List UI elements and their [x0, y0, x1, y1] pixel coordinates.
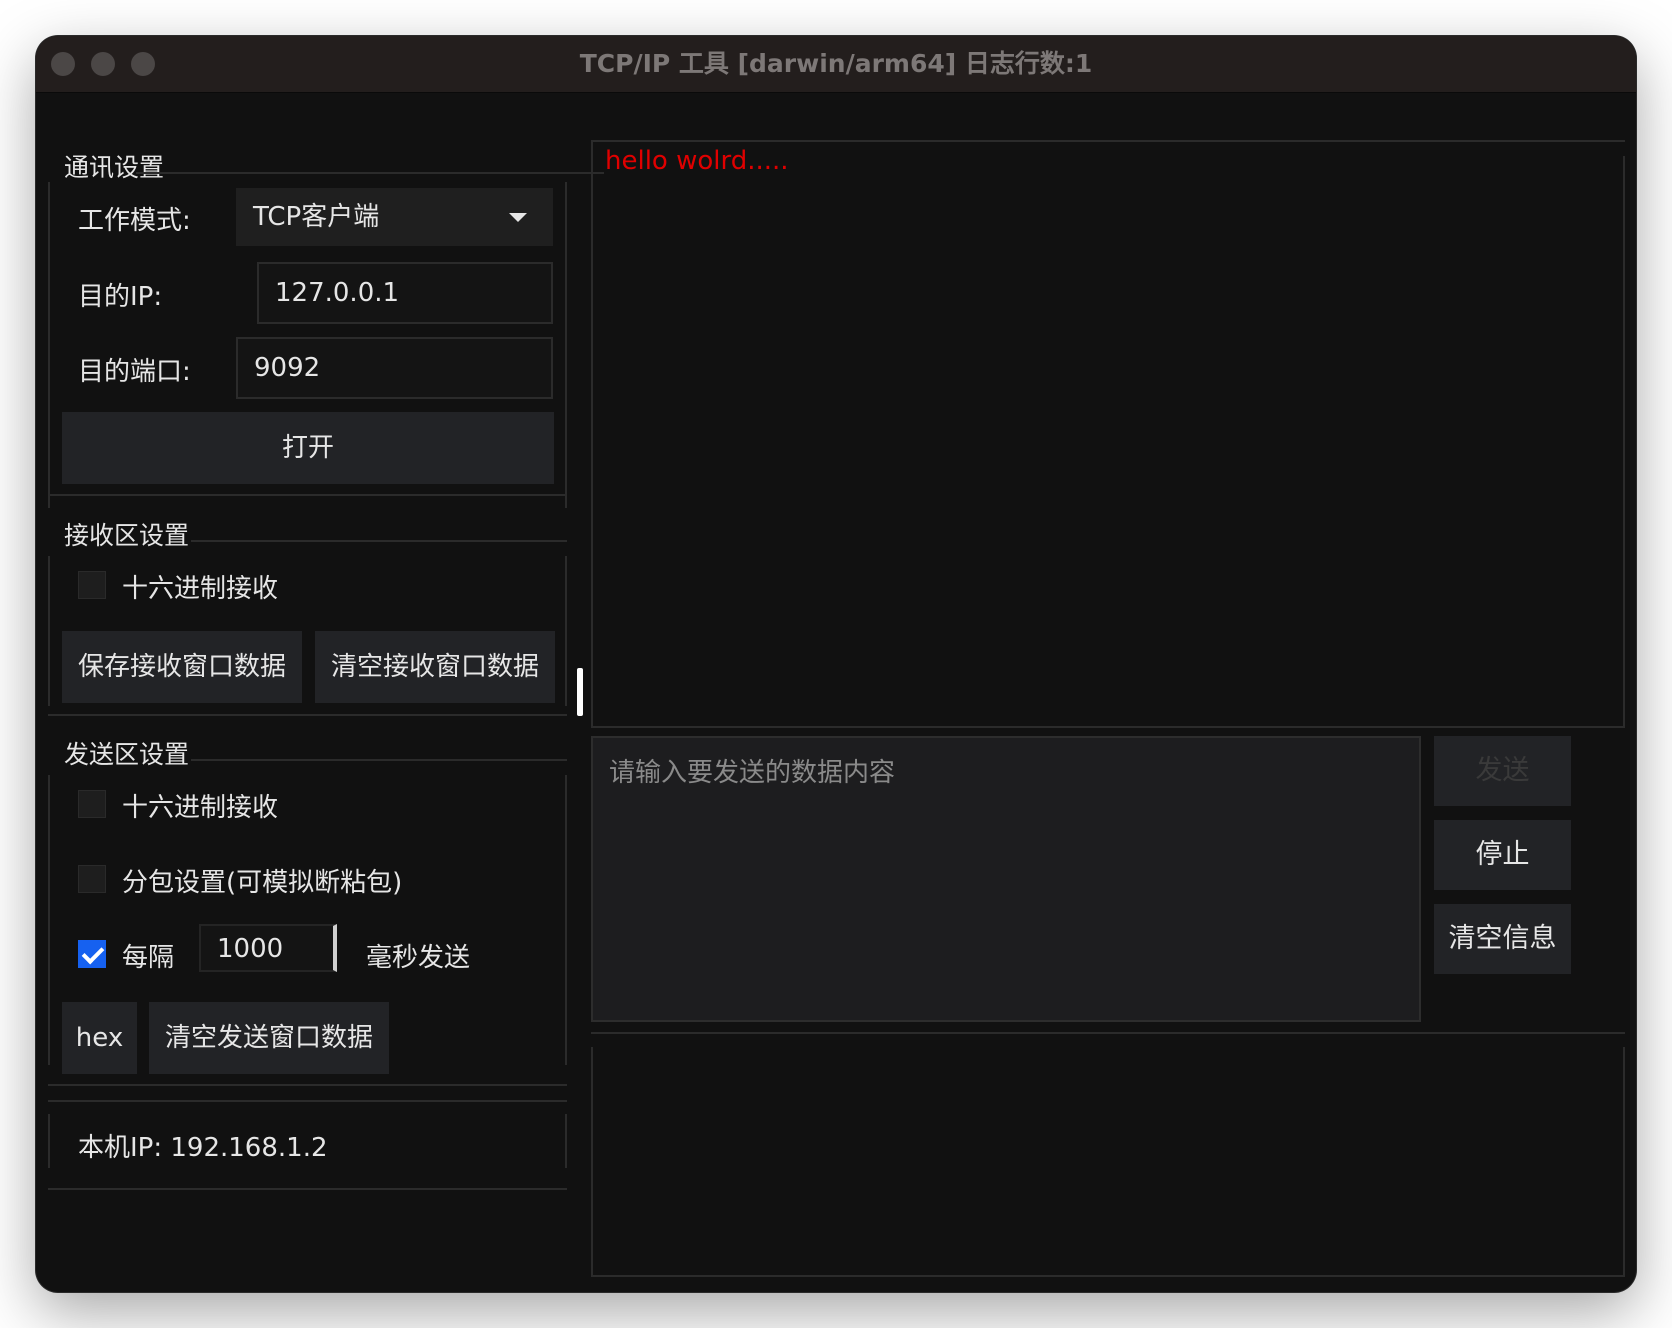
divider [48, 494, 567, 496]
interval-prefix-label: 每隔 [122, 943, 175, 973]
divider [48, 1100, 567, 1102]
target-port-input[interactable]: 9092 [236, 337, 553, 399]
panel-splitter-handle[interactable] [577, 668, 583, 716]
divider [48, 714, 567, 716]
divider [565, 775, 567, 1065]
divider [565, 1114, 567, 1168]
divider [591, 1047, 593, 1275]
hex-send-checkbox[interactable] [78, 790, 106, 818]
hex-button[interactable]: hex [62, 1002, 137, 1074]
divider [48, 775, 50, 1065]
hex-send-label: 十六进制接收 [122, 793, 279, 823]
settings-panel: 通讯设置 工作模式: TCP客户端 目的IP: 127.0.0.1 目的端口: … [36, 92, 604, 1292]
packet-split-label: 分包设置(可模拟断粘包) [122, 868, 403, 898]
divider [565, 182, 567, 508]
target-ip-input[interactable]: 127.0.0.1 [257, 262, 553, 324]
local-ip-label: 本机IP: 192.168.1.2 [78, 1127, 328, 1164]
target-port-label: 目的端口: [78, 357, 191, 387]
divider [591, 1032, 1625, 1034]
stop-button[interactable]: 停止 [1434, 820, 1571, 890]
receive-log-text: hello wolrd..... [605, 146, 789, 176]
divider [591, 140, 1625, 142]
work-mode-select[interactable]: TCP客户端 [236, 188, 553, 246]
divider [591, 1275, 1625, 1277]
interval-suffix-label: 毫秒发送 [366, 943, 471, 973]
divider [136, 172, 604, 174]
divider [191, 759, 567, 761]
send-settings-label: 发送区设置 [64, 740, 190, 769]
divider [591, 726, 1625, 728]
clear-send-data-button[interactable]: 清空发送窗口数据 [149, 1002, 389, 1074]
divider [1623, 1047, 1625, 1275]
local-ip-value: 192.168.1.2 [170, 1133, 328, 1163]
divider [48, 1188, 567, 1190]
divider [191, 540, 567, 542]
interval-ms-input[interactable]: 1000 [199, 924, 337, 972]
hex-receive-label: 十六进制接收 [122, 574, 279, 604]
work-mode-label: 工作模式: [78, 206, 191, 236]
clear-receive-data-button[interactable]: 清空接收窗口数据 [315, 631, 555, 703]
packet-split-checkbox[interactable] [78, 865, 106, 893]
divider [1623, 156, 1625, 726]
interval-send-checkbox[interactable] [78, 940, 106, 968]
chevron-down-icon [509, 213, 527, 222]
recv-settings-label: 接收区设置 [64, 521, 190, 550]
open-button[interactable]: 打开 [62, 412, 554, 484]
divider [565, 556, 567, 706]
app-window: TCP/IP 工具 [darwin/arm64] 日志行数:1 通讯设置 工作模… [36, 36, 1636, 1292]
title-bar[interactable]: TCP/IP 工具 [darwin/arm64] 日志行数:1 [36, 36, 1636, 93]
comm-settings-label: 通讯设置 [64, 153, 165, 182]
save-receive-data-button[interactable]: 保存接收窗口数据 [62, 631, 302, 703]
hex-receive-checkbox[interactable] [78, 571, 106, 599]
window-title: TCP/IP 工具 [darwin/arm64] 日志行数:1 [579, 49, 1093, 78]
target-ip-label: 目的IP: [78, 282, 163, 312]
send-button[interactable]: 发送 [1434, 736, 1571, 806]
divider [48, 1114, 50, 1168]
divider [48, 1084, 567, 1086]
local-ip-caption: 本机IP: [78, 1133, 163, 1163]
work-mode-value: TCP客户端 [253, 202, 380, 232]
send-data-input[interactable]: 请输入要发送的数据内容 [591, 736, 1421, 1022]
clear-info-button[interactable]: 清空信息 [1434, 904, 1571, 974]
divider [48, 182, 50, 508]
data-panel: hello wolrd..... 请输入要发送的数据内容 发送 停止 清空信息 [591, 92, 1636, 1292]
divider [48, 556, 50, 706]
divider [591, 140, 593, 726]
